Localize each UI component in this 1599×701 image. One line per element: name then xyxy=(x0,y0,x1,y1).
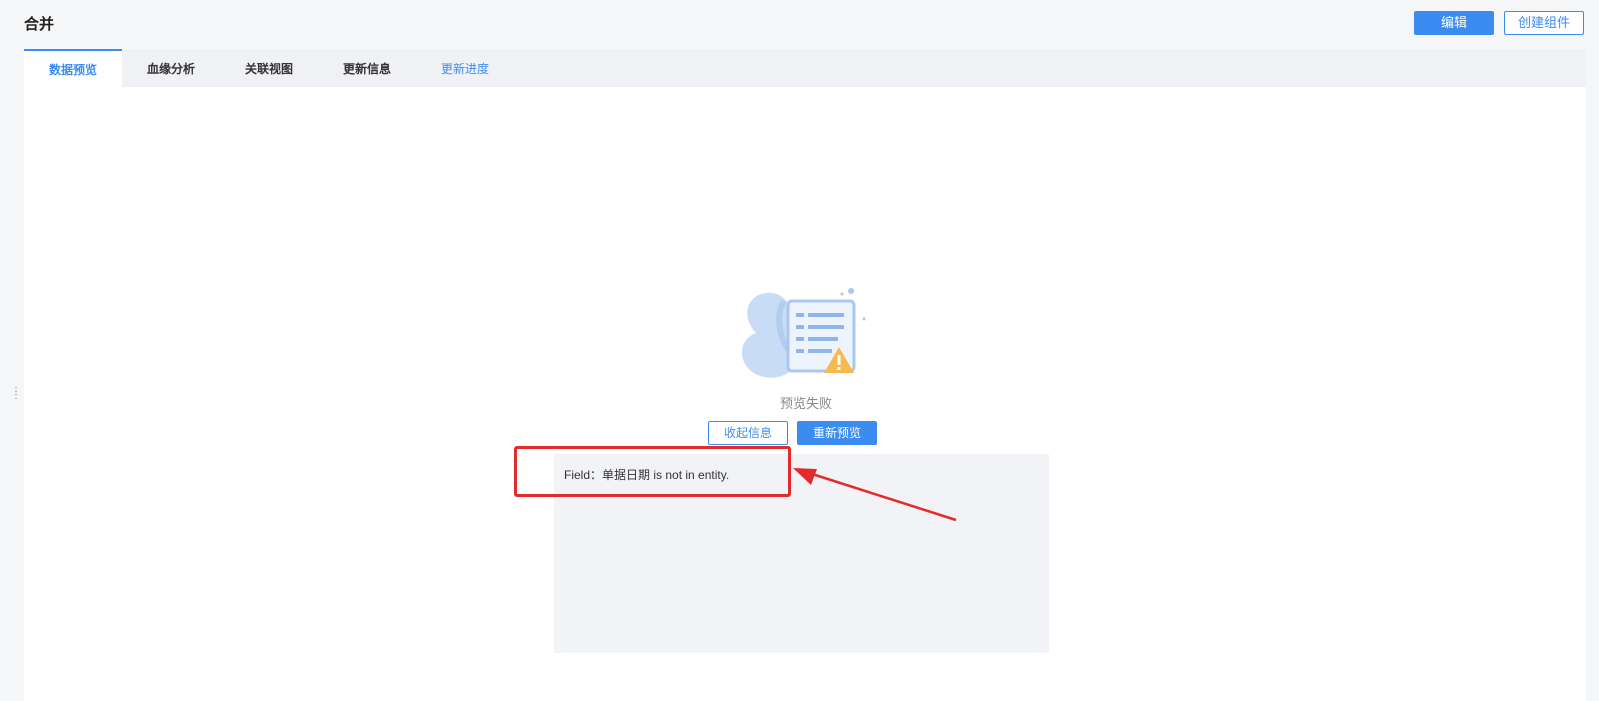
preview-failed-illustration-icon xyxy=(741,288,866,378)
create-component-button[interactable]: 创建组件 xyxy=(1504,11,1584,35)
tab-update-info[interactable]: 更新信息 xyxy=(318,49,416,87)
edit-button[interactable]: 编辑 xyxy=(1414,11,1494,35)
page-header: 合并 编辑 创建组件 xyxy=(24,0,1586,48)
annotation-arrow-icon xyxy=(793,468,957,522)
preview-content: 预览失败 收起信息 重新预览 Field：单据日期 is not in enti… xyxy=(24,87,1586,701)
tab-data-preview[interactable]: 数据预览 xyxy=(24,49,122,87)
annotation-highlight-box xyxy=(514,446,791,497)
tab-lineage-analysis[interactable]: 血缘分析 xyxy=(122,49,220,87)
preview-status-text: 预览失败 xyxy=(779,396,832,411)
resize-handle-icon[interactable]: ⋮ ⋮ xyxy=(11,387,21,401)
collapse-info-button[interactable]: 收起信息 xyxy=(708,421,788,445)
tab-relation-view[interactable]: 关联视图 xyxy=(220,49,318,87)
left-rail xyxy=(0,0,10,701)
page-title: 合并 xyxy=(24,16,55,33)
tab-update-progress[interactable]: 更新进度 xyxy=(416,49,514,87)
tab-bar: 数据预览 血缘分析 关联视图 更新信息 更新进度 xyxy=(24,49,1586,87)
page: ⋮⋮ 合并 编辑 创建组件 数据预览 血缘分析 关联视图 更新信息 更新进度 xyxy=(0,0,1599,701)
repreview-button[interactable]: 重新预览 xyxy=(797,421,877,445)
